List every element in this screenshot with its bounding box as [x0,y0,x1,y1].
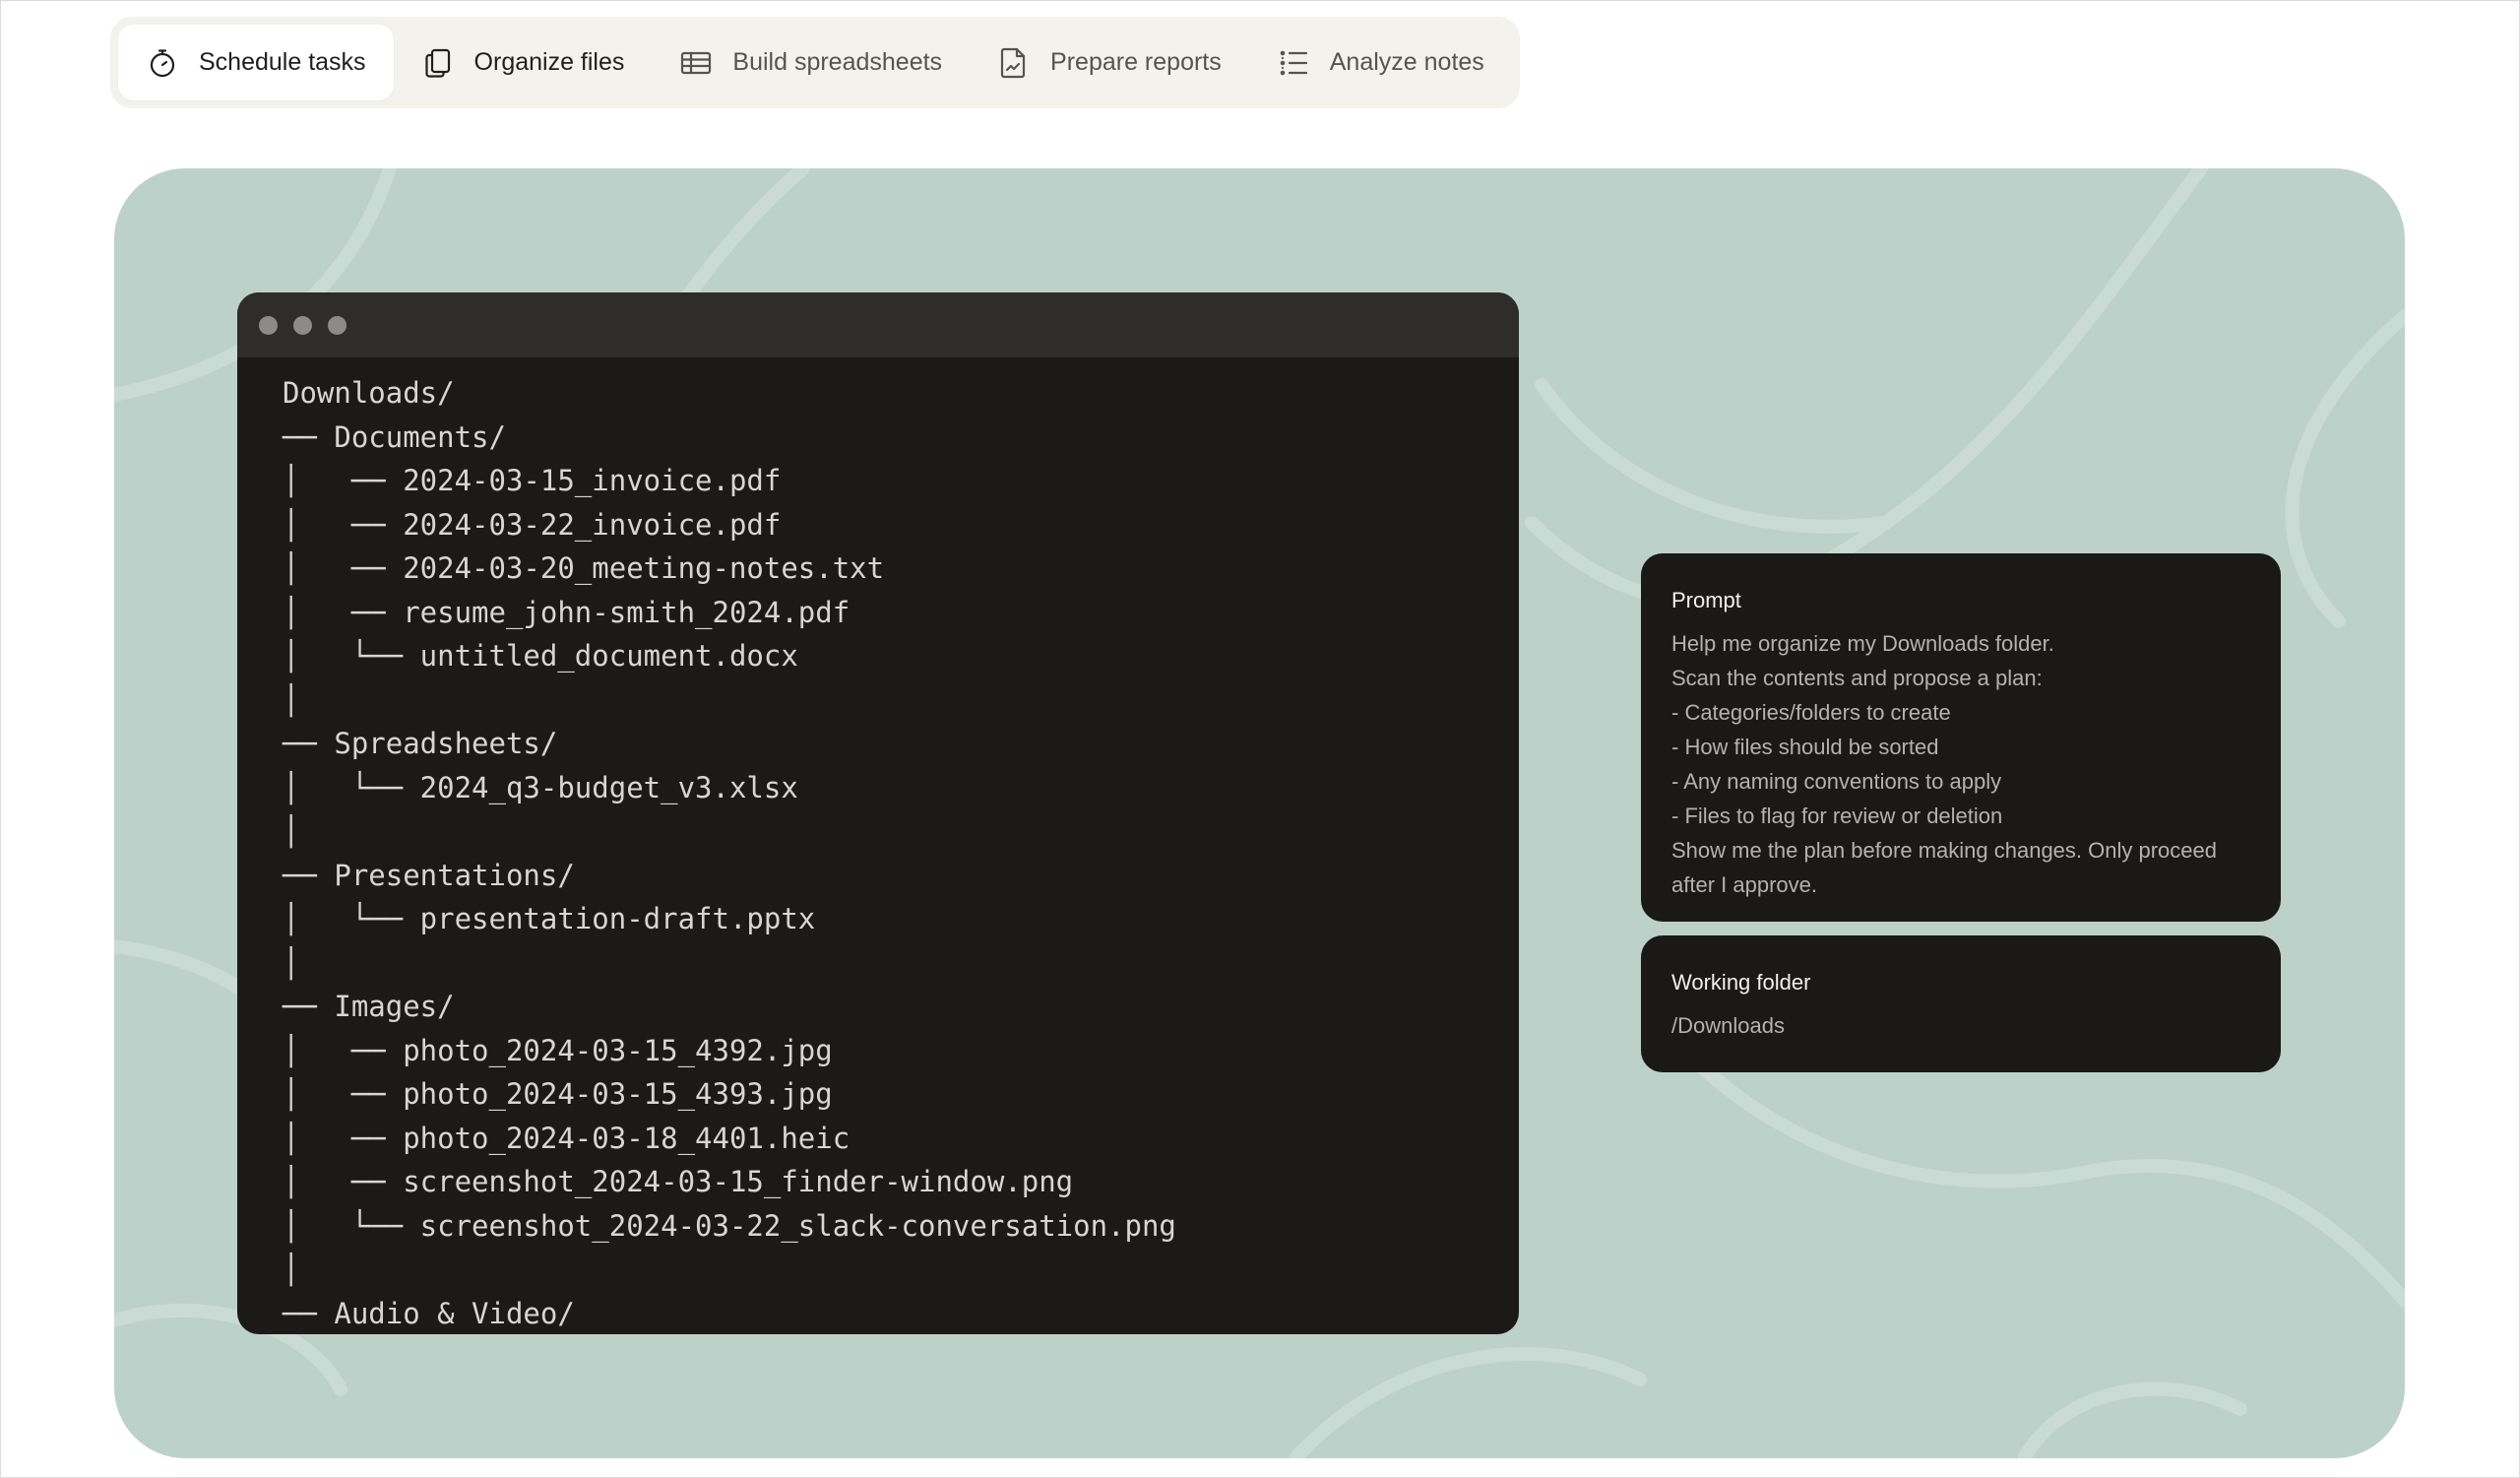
tree-line: │ └── untitled_document.docx [283,639,798,673]
tab-label: Analyze notes [1329,48,1484,76]
tree-line: │ [283,945,300,980]
timer-icon [146,46,179,80]
tab-schedule-tasks[interactable]: Schedule tasks [118,25,394,100]
tree-line: │ ── 2024-03-20_meeting-notes.txt [283,551,885,585]
tree-line: │ ── photo_2024-03-15_4393.jpg [283,1077,833,1111]
file-tree: Downloads/ ── Documents/ │ ── 2024-03-15… [237,357,1519,1334]
tree-line: ── Spreadsheets/ [283,727,558,760]
tree-line: │ ── photo_2024-03-18_4401.heic [283,1121,850,1155]
prompt-card: Prompt Help me organize my Downloads fol… [1641,553,2281,922]
tab-build-spreadsheets[interactable]: Build spreadsheets [652,25,970,100]
tab-analyze-notes[interactable]: Analyze notes [1249,25,1512,100]
window-minimize-dot[interactable] [293,315,312,335]
tree-line: ── Documents/ [283,419,506,454]
prompt-line: - Categories/folders to create [1671,700,1951,725]
working-folder-card: Working folder /Downloads [1641,935,2281,1072]
tab-label: Organize files [473,48,625,76]
prompt-line: - Files to flag for review or deletion [1671,803,2003,828]
files-icon [421,46,455,80]
tree-line: │ ── photo_2024-03-15_4392.jpg [283,1033,833,1067]
tree-line: │ [283,814,300,848]
tree-line: │ [283,1253,300,1286]
tree-line: ── Presentations/ [283,858,575,892]
tab-label: Schedule tasks [199,48,366,76]
tab-label: Build spreadsheets [732,48,943,76]
prompt-line: - Any naming conventions to apply [1671,769,2002,794]
window-maximize-dot[interactable] [328,315,346,335]
terminal-window: Downloads/ ── Documents/ │ ── 2024-03-15… [237,292,1519,1334]
working-folder-path: /Downloads [1671,1013,1785,1038]
tab-prepare-reports[interactable]: Prepare reports [970,25,1249,100]
working-folder-title: Working folder [1671,970,1811,995]
tree-line: │ ── screenshot_2024-03-15_finder-window… [283,1165,1074,1198]
spreadsheet-icon [679,46,713,80]
tree-line: │ └── presentation-draft.pptx [283,902,816,935]
prompt-line: Help me organize my Downloads folder. [1671,631,2054,656]
tree-line: │ ── resume_john-smith_2024.pdf [283,595,850,629]
tree-line: │ ── 2024-03-22_invoice.pdf [283,507,782,542]
tree-line: │ ── 2024-03-15_invoice.pdf [283,464,782,497]
prompt-line: - How files should be sorted [1671,735,1939,759]
window-close-dot[interactable] [259,315,278,335]
report-icon [997,46,1031,80]
list-icon [1277,46,1310,80]
tree-line: │ [283,682,300,717]
task-tab-bar: Schedule tasks Organize files Build spre… [110,17,1520,108]
terminal-title-bar [237,292,1519,357]
tree-line: Downloads/ [283,376,455,410]
tree-line: ── Audio & Video/ [283,1296,575,1330]
prompt-card-title: Prompt [1671,588,1741,612]
prompt-line: after I approve. [1671,872,1817,897]
tree-line: ── Images/ [283,990,455,1023]
prompt-line: Scan the contents and propose a plan: [1671,666,2043,690]
tab-organize-files[interactable]: Organize files [394,25,653,100]
tree-line: │ └── 2024_q3-budget_v3.xlsx [283,770,798,804]
demo-stage: Downloads/ ── Documents/ │ ── 2024-03-15… [114,168,2405,1458]
prompt-line: Show me the plan before making changes. … [1671,838,2217,863]
tab-label: Prepare reports [1050,48,1222,76]
tree-line: │ └── screenshot_2024-03-22_slack-conver… [283,1208,1176,1243]
